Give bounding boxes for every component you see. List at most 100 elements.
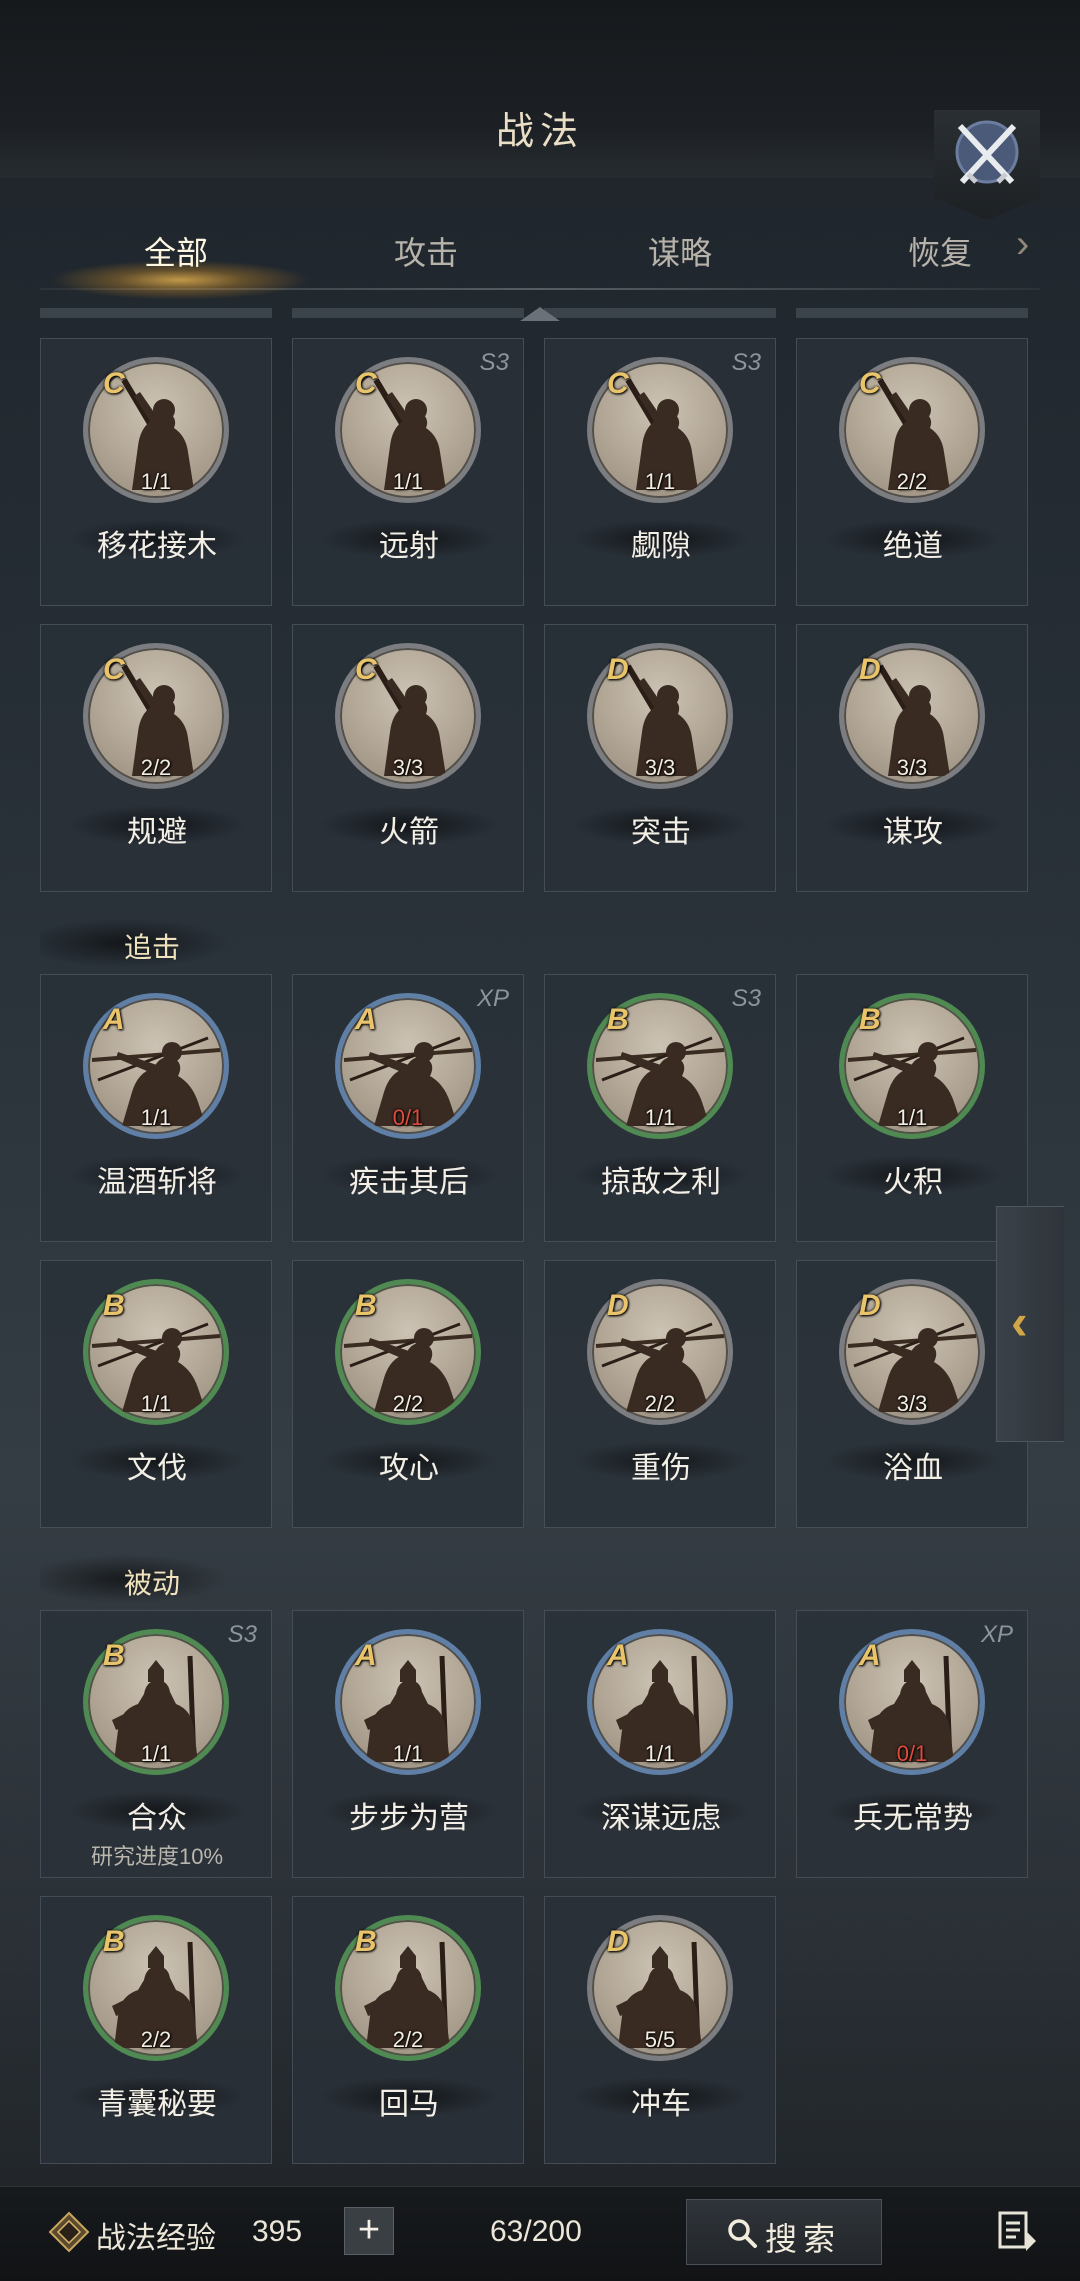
header-bar: 战法 (0, 0, 1080, 178)
page-title: 战法 (495, 111, 584, 153)
skill-count: 2/2 (392, 1391, 424, 1416)
skill-name: 青囊秘要 (97, 2088, 217, 2121)
skill-card[interactable]: A XP 0/1 兵无常势 (796, 1610, 1028, 1878)
skill-count: 2/2 (140, 755, 172, 780)
skill-xp-label: 战法经验 (96, 2222, 216, 2255)
skill-count: 1/1 (140, 469, 172, 494)
skill-card[interactable]: A 1/1 步步为营 (292, 1610, 524, 1878)
section-title: 被动 (124, 1568, 181, 1599)
skill-grade: B (607, 1003, 629, 1036)
skill-grade: C (355, 367, 377, 400)
season-tag: S3 (731, 349, 761, 376)
tabs-divider (40, 288, 1040, 290)
tabs-next-arrow-icon[interactable]: › (1016, 222, 1029, 267)
skill-grade: C (607, 367, 629, 400)
skill-grade: C (859, 367, 881, 400)
skill-name: 掠敌之利 (601, 1166, 721, 1199)
skill-card[interactable]: D 2/2 重伤 (544, 1260, 776, 1528)
skill-name: 重伤 (631, 1452, 691, 1485)
skill-card[interactable]: B 1/1 文伐 (40, 1260, 272, 1528)
skill-name: 冲车 (631, 2088, 691, 2121)
list-edit-icon[interactable] (996, 2209, 1040, 2253)
skill-grade: C (355, 653, 377, 686)
skill-card[interactable]: B 2/2 青囊秘要 (40, 1896, 272, 2164)
skill-name: 规避 (127, 816, 187, 849)
crossed-swords-icon (955, 120, 1019, 185)
skill-count: 2/2 (140, 2027, 172, 2052)
chevron-left-icon: ‹ (1011, 1294, 1028, 1350)
skill-card[interactable]: B 1/1 火积 (796, 974, 1028, 1242)
skill-card[interactable]: A 1/1 深谋远虑 (544, 1610, 776, 1878)
skill-name: 绝道 (883, 530, 943, 563)
skill-count: 3/3 (392, 755, 424, 780)
section-header: 追击 (40, 918, 230, 968)
search-icon (728, 2219, 757, 2248)
skill-grade: D (607, 1289, 629, 1322)
tab-all[interactable]: 全部 (96, 228, 256, 274)
skill-card[interactable]: D 3/3 浴血 (796, 1260, 1028, 1528)
skill-count: 1/1 (140, 1391, 172, 1416)
skill-grade: A (103, 1003, 125, 1036)
skill-name: 回马 (379, 2088, 439, 2121)
skill-card[interactable]: B S3 1/1 合众 研究进度10% (40, 1610, 272, 1878)
skill-capacity: 63/200 (490, 2215, 582, 2248)
skill-card[interactable]: A 1/1 温酒斩将 (40, 974, 272, 1242)
skill-grade: A (607, 1639, 629, 1672)
season-tag: S3 (731, 985, 761, 1012)
search-button[interactable]: 搜索 (686, 2199, 882, 2265)
skill-count: 3/3 (896, 755, 928, 780)
footer-bar: 战法经验 395 + 63/200 搜索 (0, 2186, 1080, 2281)
research-progress: 研究进度10% (90, 1844, 224, 1869)
add-xp-button[interactable]: + (344, 2207, 394, 2255)
skill-count: 3/3 (644, 755, 676, 780)
skill-count: 2/2 (392, 2027, 424, 2052)
skill-card[interactable]: C 3/3 火箭 (292, 624, 524, 892)
skill-card[interactable]: C S3 1/1 觑隙 (544, 338, 776, 606)
tab-attack[interactable]: 攻击 (346, 228, 506, 274)
section-header: 被动 (40, 1554, 230, 1604)
skill-grade: B (103, 1639, 125, 1672)
skill-name: 火箭 (379, 816, 439, 849)
crossed-swords-emblem[interactable] (934, 110, 1040, 220)
tab-strategy[interactable]: 谋略 (600, 228, 760, 274)
skill-card[interactable]: B S3 1/1 掠敌之利 (544, 974, 776, 1242)
skill-count: 1/1 (644, 1105, 676, 1130)
tab-recovery[interactable]: 恢复 (860, 228, 1020, 274)
skill-count: 1/1 (140, 1741, 172, 1766)
skill-card[interactable]: D 3/3 突击 (544, 624, 776, 892)
skill-grade: D (859, 1289, 881, 1322)
skill-card[interactable]: B 2/2 回马 (292, 1896, 524, 2164)
skill-count: 0/1 (392, 1105, 424, 1130)
skill-grade: C (103, 653, 125, 686)
side-panel-toggle[interactable]: ‹ (996, 1206, 1064, 1442)
skill-grade: B (355, 1289, 377, 1322)
skill-name: 文伐 (127, 1452, 187, 1485)
skill-card[interactable]: A XP 0/1 疾击其后 (292, 974, 524, 1242)
skill-card[interactable]: B 2/2 攻心 (292, 1260, 524, 1528)
skill-card[interactable]: C S3 1/1 远射 (292, 338, 524, 606)
season-tag: S3 (479, 349, 509, 376)
skill-count: 2/2 (644, 1391, 676, 1416)
skill-card[interactable]: C 1/1 移花接木 (40, 338, 272, 606)
skill-grade: A (355, 1003, 377, 1036)
skill-count: 2/2 (896, 469, 928, 494)
skill-name: 移花接木 (97, 530, 217, 563)
skill-name: 火积 (883, 1166, 943, 1199)
skill-card[interactable]: C 2/2 绝道 (796, 338, 1028, 606)
skill-name: 疾击其后 (349, 1166, 469, 1199)
season-tag: XP (476, 985, 509, 1012)
skill-card[interactable]: D 3/3 谋攻 (796, 624, 1028, 892)
skill-name: 步步为营 (349, 1802, 469, 1835)
skill-name: 温酒斩将 (97, 1166, 217, 1199)
skill-count: 1/1 (896, 1105, 928, 1130)
skill-count: 1/1 (140, 1105, 172, 1130)
skill-card[interactable]: D 5/5 冲车 (544, 1896, 776, 2164)
skill-card[interactable]: C 2/2 规避 (40, 624, 272, 892)
skill-grade: D (859, 653, 881, 686)
skill-count: 3/3 (896, 1391, 928, 1416)
skill-count: 0/1 (896, 1741, 928, 1766)
skill-name: 突击 (631, 816, 691, 849)
skill-grade: A (859, 1639, 881, 1672)
skill-xp-icon (48, 2211, 90, 2253)
skill-name: 谋攻 (883, 816, 943, 849)
